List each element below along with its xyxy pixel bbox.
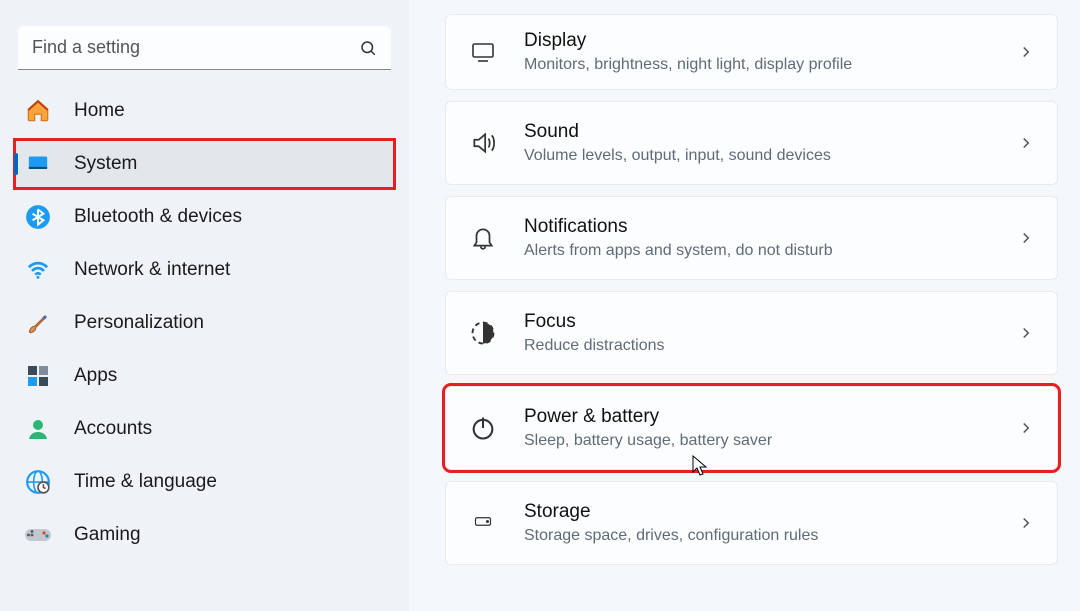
card-body: Display Monitors, brightness, night ligh… <box>524 29 1017 75</box>
sidebar-item-bluetooth[interactable]: Bluetooth & devices <box>14 192 395 242</box>
card-subtitle: Sleep, battery usage, battery saver <box>524 430 1017 452</box>
card-subtitle: Alerts from apps and system, do not dist… <box>524 240 1017 262</box>
settings-card-sound[interactable]: Sound Volume levels, output, input, soun… <box>445 101 1058 185</box>
nav-list: Home System Bluetooth & devices Network … <box>12 86 397 560</box>
settings-card-storage[interactable]: Storage Storage space, drives, configura… <box>445 481 1058 565</box>
sidebar-item-label: Time & language <box>74 471 217 493</box>
settings-card-notifications[interactable]: Notifications Alerts from apps and syste… <box>445 196 1058 280</box>
card-body: Notifications Alerts from apps and syste… <box>524 215 1017 261</box>
sidebar-item-system[interactable]: System <box>14 139 395 189</box>
card-subtitle: Monitors, brightness, night light, displ… <box>524 54 1017 76</box>
sidebar-item-network[interactable]: Network & internet <box>14 245 395 295</box>
sound-icon <box>468 128 498 158</box>
chevron-right-icon <box>1017 134 1035 152</box>
sidebar-item-label: Personalization <box>74 312 204 334</box>
chevron-right-icon <box>1017 419 1035 437</box>
display-icon <box>468 37 498 67</box>
sidebar-item-label: Gaming <box>74 524 141 546</box>
card-title: Power & battery <box>524 405 1017 429</box>
sidebar-item-label: System <box>74 153 137 175</box>
sidebar-item-personalization[interactable]: Personalization <box>14 298 395 348</box>
card-title: Display <box>524 29 1017 53</box>
chevron-right-icon <box>1017 324 1035 342</box>
storage-icon <box>468 508 498 538</box>
card-title: Focus <box>524 310 1017 334</box>
card-title: Storage <box>524 500 1017 524</box>
card-subtitle: Reduce distractions <box>524 335 1017 357</box>
search-input[interactable] <box>18 26 391 70</box>
chevron-right-icon <box>1017 43 1035 61</box>
search-icon <box>359 39 377 57</box>
settings-card-focus[interactable]: Focus Reduce distractions <box>445 291 1058 375</box>
power-icon <box>468 413 498 443</box>
card-body: Focus Reduce distractions <box>524 310 1017 356</box>
sidebar-item-label: Network & internet <box>74 259 230 281</box>
settings-card-power-battery[interactable]: Power & battery Sleep, battery usage, ba… <box>445 386 1058 470</box>
home-icon <box>24 97 52 125</box>
settings-card-display[interactable]: Display Monitors, brightness, night ligh… <box>445 14 1058 90</box>
card-body: Sound Volume levels, output, input, soun… <box>524 120 1017 166</box>
globe-clock-icon <box>24 468 52 496</box>
card-body: Storage Storage space, drives, configura… <box>524 500 1017 546</box>
sidebar-item-label: Home <box>74 100 125 122</box>
sidebar-item-apps[interactable]: Apps <box>14 351 395 401</box>
card-body: Power & battery Sleep, battery usage, ba… <box>524 405 1017 451</box>
sidebar-item-accounts[interactable]: Accounts <box>14 404 395 454</box>
sidebar-item-label: Accounts <box>74 418 152 440</box>
system-icon <box>24 150 52 178</box>
apps-icon <box>24 362 52 390</box>
sidebar-item-gaming[interactable]: Gaming <box>14 510 395 560</box>
card-subtitle: Volume levels, output, input, sound devi… <box>524 145 1017 167</box>
bell-icon <box>468 223 498 253</box>
search-row <box>18 26 391 70</box>
sidebar-item-time-language[interactable]: Time & language <box>14 457 395 507</box>
focus-icon <box>468 318 498 348</box>
brush-icon <box>24 309 52 337</box>
bluetooth-icon <box>24 203 52 231</box>
user-icon <box>24 415 52 443</box>
card-title: Sound <box>524 120 1017 144</box>
card-title: Notifications <box>524 215 1017 239</box>
gamepad-icon <box>24 521 52 549</box>
sidebar-item-label: Apps <box>74 365 117 387</box>
card-subtitle: Storage space, drives, configuration rul… <box>524 525 1017 547</box>
sidebar-item-home[interactable]: Home <box>14 86 395 136</box>
main-panel: groovyPost.com Display Monitors, brightn… <box>409 0 1080 611</box>
sidebar: Home System Bluetooth & devices Network … <box>0 0 409 611</box>
sidebar-item-label: Bluetooth & devices <box>74 206 242 228</box>
chevron-right-icon <box>1017 229 1035 247</box>
chevron-right-icon <box>1017 514 1035 532</box>
wifi-icon <box>24 256 52 284</box>
